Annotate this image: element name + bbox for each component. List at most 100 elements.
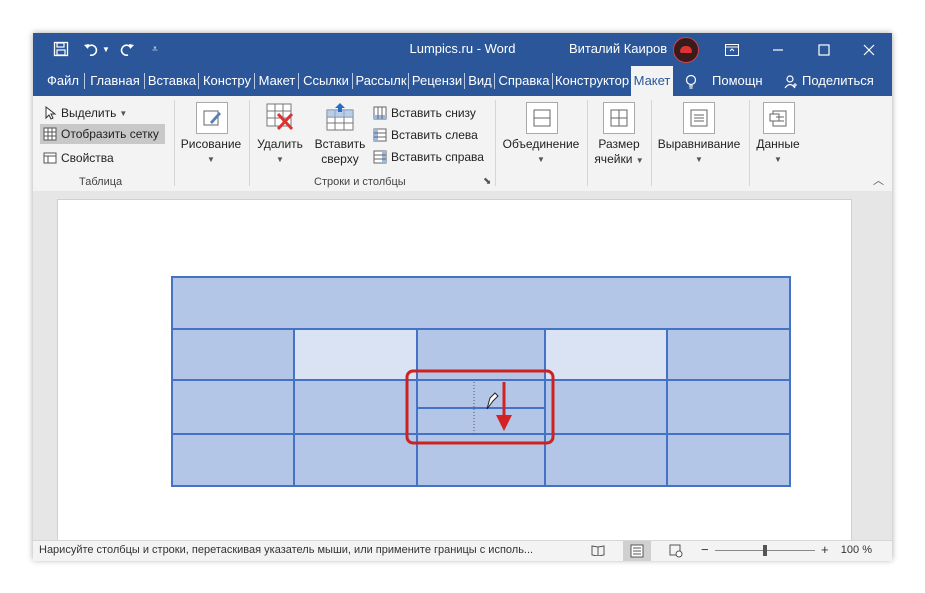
status-text: Нарисуйте столбцы и строки, перетаскивая…	[39, 544, 534, 556]
zoom-in-button[interactable]: +	[821, 542, 829, 557]
insert-above-button[interactable]: Вставить сверху	[311, 137, 369, 167]
properties-icon	[43, 152, 57, 164]
chevron-down-icon: ▼	[695, 155, 703, 164]
properties-label: Свойства	[61, 151, 114, 165]
tab-mailings[interactable]: Рассылк	[353, 66, 409, 96]
document-page	[57, 199, 852, 542]
group-label-rows-cols: Строки и столбцы	[314, 176, 406, 188]
tab-help[interactable]: Справка	[495, 66, 553, 96]
delete-button[interactable]: Удалить ▼	[254, 137, 306, 167]
table-cell[interactable]	[667, 329, 790, 380]
cell-size-label-2: ячейки	[594, 152, 633, 166]
cursor-icon	[45, 106, 57, 120]
delete-label: Удалить	[257, 137, 303, 151]
group-separator	[495, 100, 496, 186]
table-cell[interactable]	[545, 329, 667, 380]
view-gridlines-button[interactable]: Отобразить сетку	[40, 124, 165, 144]
ribbon: Выделить ▼ Отобразить сетку Свойства Таб…	[33, 96, 892, 192]
alignment-label: Выравнивание	[657, 137, 741, 151]
cell-size-label-1: Размер	[598, 137, 640, 151]
merge-label: Объединение	[502, 137, 580, 151]
tab-table-layout[interactable]: Макет	[631, 66, 673, 96]
tab-layout[interactable]: Макет	[255, 66, 299, 96]
insert-right-label: Вставить справа	[391, 150, 484, 164]
lightbulb-icon[interactable]	[685, 66, 697, 96]
collapse-ribbon-icon[interactable]: ︿	[873, 172, 884, 188]
insert-below-icon	[373, 106, 387, 120]
person-icon[interactable]	[784, 66, 798, 96]
tell-me-search[interactable]: Помощн	[712, 66, 763, 96]
cell-size-button[interactable]: Размер ячейки ▼	[591, 137, 647, 168]
delete-table-icon	[265, 102, 295, 132]
insert-below-button[interactable]: Вставить снизу	[373, 104, 476, 122]
insert-left-button[interactable]: Вставить слева	[373, 126, 478, 144]
word-window: ▼ ⩡ Lumpics.ru - Word Виталий Каиров Фай…	[33, 33, 892, 561]
draw-button[interactable]: Рисование ▼	[177, 137, 245, 167]
document-area	[33, 191, 892, 542]
chevron-down-icon: ▼	[276, 155, 284, 164]
data-icon	[763, 102, 795, 134]
web-layout-icon[interactable]	[669, 544, 683, 561]
data-label: Данные	[756, 137, 800, 151]
user-name[interactable]: Виталий Каиров	[569, 41, 667, 56]
insert-right-button[interactable]: Вставить справа	[373, 148, 484, 166]
select-label: Выделить	[61, 106, 117, 120]
merge-icon	[526, 102, 558, 134]
alignment-icon	[683, 102, 715, 134]
group-separator	[249, 100, 250, 186]
draw-label: Рисование	[180, 137, 242, 151]
share-button[interactable]: Поделиться	[802, 66, 874, 96]
group-separator	[651, 100, 652, 186]
gridlines-label: Отобразить сетку	[61, 127, 159, 141]
tab-design[interactable]: Констру	[199, 66, 255, 96]
chevron-down-icon: ▼	[774, 155, 782, 164]
zoom-out-button[interactable]: −	[701, 542, 709, 557]
data-button[interactable]: Данные ▼	[751, 137, 805, 167]
zoom-level[interactable]: 100 %	[841, 544, 872, 556]
draw-table-icon	[196, 102, 228, 134]
dialog-launcher-icon[interactable]: ⬊	[483, 176, 491, 187]
table-cell[interactable]	[172, 329, 294, 380]
insert-left-label: Вставить слева	[391, 128, 478, 142]
print-layout-icon[interactable]	[623, 541, 651, 561]
tab-home[interactable]: Главная	[85, 66, 145, 96]
insert-below-label: Вставить снизу	[391, 106, 476, 120]
avatar[interactable]	[673, 37, 699, 63]
tab-references[interactable]: Ссылки	[299, 66, 353, 96]
table-cell[interactable]	[172, 277, 790, 328]
insert-right-icon	[373, 150, 387, 164]
group-separator	[749, 100, 750, 186]
cell-size-icon	[603, 102, 635, 134]
group-separator	[587, 100, 588, 186]
status-bar: Нарисуйте столбцы и строки, перетаскивая…	[33, 540, 892, 561]
ribbon-display-icon[interactable]	[709, 33, 755, 66]
read-mode-icon[interactable]	[591, 544, 605, 559]
group-separator	[174, 100, 175, 186]
tab-table-design[interactable]: Конструктор	[553, 66, 631, 96]
insert-above-icon	[325, 102, 355, 132]
insert-left-icon	[373, 128, 387, 142]
gridlines-icon	[43, 127, 57, 141]
select-button[interactable]: Выделить ▼	[43, 104, 127, 122]
chevron-down-icon: ▼	[537, 155, 545, 164]
table-cell[interactable]	[294, 329, 417, 380]
table-canvas	[171, 276, 791, 487]
tab-view[interactable]: Вид	[465, 66, 495, 96]
insert-above-label-2: сверху	[321, 152, 359, 166]
tab-insert[interactable]: Вставка	[145, 66, 199, 96]
alignment-button[interactable]: Выравнивание ▼	[653, 137, 745, 167]
chevron-down-icon: ▼	[119, 108, 128, 118]
chevron-down-icon: ▼	[207, 155, 215, 164]
chevron-down-icon: ▼	[635, 156, 644, 165]
ribbon-tabs: Файл Главная Вставка Констру Макет Ссылк…	[33, 66, 892, 96]
minimize-icon[interactable]	[755, 33, 801, 66]
group-label-table: Таблица	[79, 176, 123, 188]
zoom-slider-thumb[interactable]	[763, 545, 767, 556]
merge-button[interactable]: Объединение ▼	[499, 137, 583, 167]
properties-button[interactable]: Свойства	[43, 149, 114, 167]
tab-file[interactable]: Файл	[41, 66, 85, 96]
maximize-icon[interactable]	[801, 33, 847, 66]
close-icon[interactable]	[846, 33, 892, 66]
tab-review[interactable]: Рецензи	[409, 66, 465, 96]
title-bar: ▼ ⩡ Lumpics.ru - Word Виталий Каиров	[33, 33, 892, 66]
